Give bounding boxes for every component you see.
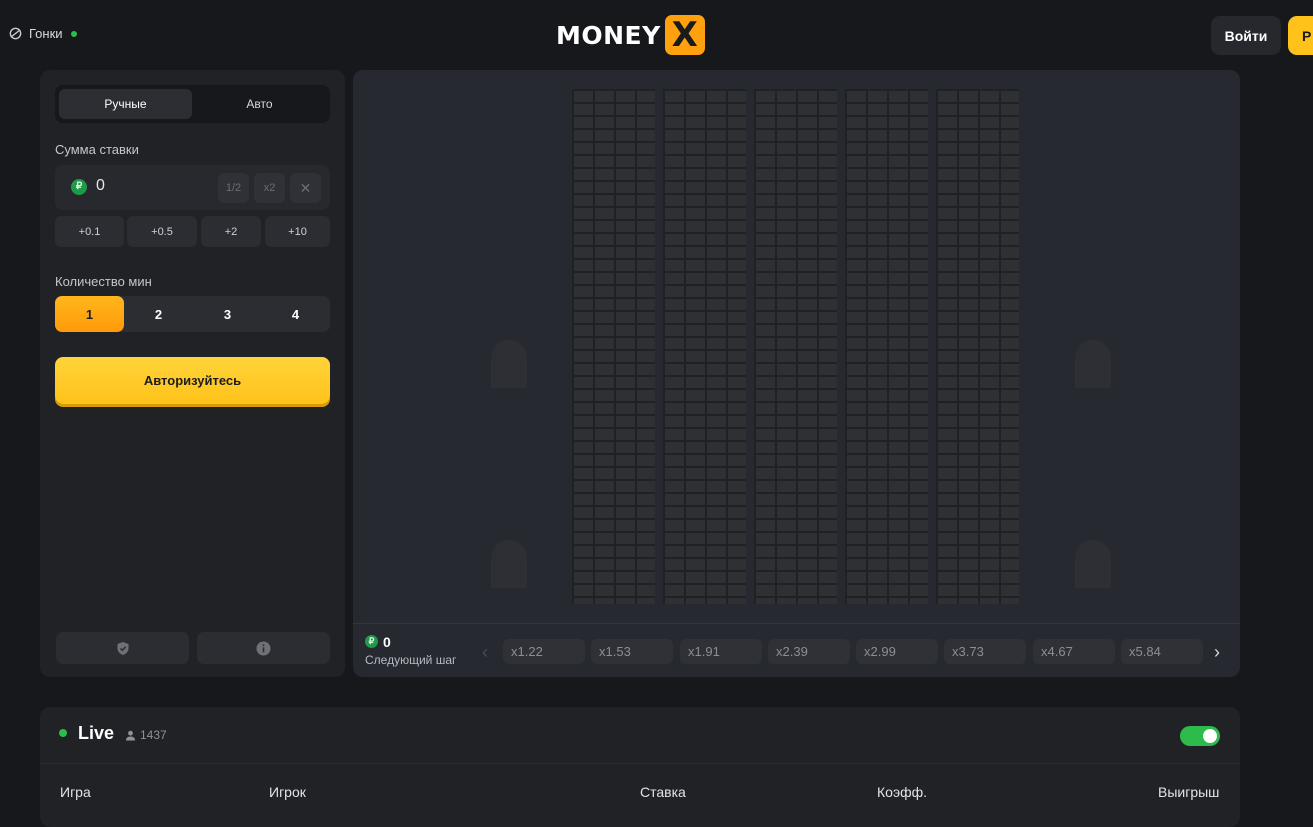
tab-auto[interactable]: Авто: [193, 89, 326, 119]
add-10-button[interactable]: +10: [265, 216, 330, 247]
bet-amount-field[interactable]: ₽ 0 1/2 x2 ✕: [55, 165, 330, 210]
background-window-decoration: [491, 340, 527, 388]
races-link[interactable]: Гонки: [8, 26, 77, 41]
mines-option-2[interactable]: 2: [124, 296, 193, 332]
brick-column-5[interactable]: [936, 89, 1019, 604]
close-icon: ✕: [299, 179, 312, 196]
info-button[interactable]: [197, 632, 330, 664]
divider: [40, 763, 1240, 764]
multiplier-step-2: x1.53: [591, 639, 673, 664]
online-count: 1437: [125, 728, 167, 742]
multiplier-bar: ₽ 0 Следующий шаг ‹ x1.22 x1.53 x1.91 x2…: [353, 623, 1240, 677]
add-2-button[interactable]: +2: [201, 216, 261, 247]
live-toggle[interactable]: [1180, 726, 1220, 746]
brick-column-4[interactable]: [845, 89, 928, 604]
shield-icon: [117, 641, 128, 655]
multiplier-step-5: x2.99: [856, 639, 938, 664]
quick-add-row: +0.1 +0.5 +2 +10: [55, 216, 330, 247]
race-car-icon: [9, 27, 22, 40]
fairness-button[interactable]: [56, 632, 189, 664]
multiplier-step-7: x4.67: [1033, 639, 1115, 664]
column-header-payout: Выигрыш: [1158, 784, 1220, 800]
live-bets-panel: Live 1437 Игра Игрок Ставка Коэфф. Выигр…: [40, 707, 1240, 827]
register-button[interactable]: Р: [1288, 16, 1313, 55]
background-window-decoration: [1075, 540, 1111, 588]
add-0-1-button[interactable]: +0.1: [55, 216, 124, 247]
mines-count-label: Количество мин: [55, 274, 152, 289]
ruble-coin-icon: ₽: [365, 635, 378, 648]
background-window-decoration: [1075, 340, 1111, 388]
online-indicator: [70, 30, 77, 37]
user-icon: [126, 730, 135, 740]
mines-selector: 1 2 3 4: [55, 296, 330, 332]
info-icon: [256, 641, 271, 655]
column-header-bet: Ставка: [640, 784, 686, 800]
brick-column-2[interactable]: [663, 89, 746, 604]
double-bet-button[interactable]: x2: [254, 173, 285, 203]
live-title: Live: [78, 723, 115, 743]
logo-x-mark: X: [664, 15, 705, 55]
next-step-amount: 0: [383, 634, 391, 650]
mines-option-3[interactable]: 3: [193, 296, 262, 332]
multiplier-step-4: x2.39: [768, 639, 850, 664]
login-button[interactable]: Войти: [1211, 16, 1281, 55]
mines-option-4[interactable]: 4: [261, 296, 330, 332]
races-label: Гонки: [29, 26, 63, 41]
next-step-label: Следующий шаг: [365, 653, 457, 667]
column-header-coefficient: Коэфф.: [877, 784, 928, 800]
brick-column-1[interactable]: [572, 89, 655, 604]
mines-option-1[interactable]: 1: [55, 296, 124, 332]
toggle-knob: [1203, 729, 1217, 743]
chevron-left-icon[interactable]: ‹: [482, 642, 488, 663]
half-bet-button[interactable]: 1/2: [218, 173, 249, 203]
multiplier-step-1: x1.22: [503, 639, 585, 664]
online-count-value: 1437: [140, 728, 167, 742]
chevron-right-icon[interactable]: ›: [1214, 642, 1220, 663]
ruble-coin-icon: ₽: [71, 179, 87, 195]
multiplier-step-3: x1.91: [680, 639, 762, 664]
column-header-game: Игра: [60, 784, 91, 800]
game-board-panel: ₽ 0 Следующий шаг ‹ x1.22 x1.53 x1.91 x2…: [353, 70, 1240, 677]
tab-manual[interactable]: Ручные: [59, 89, 192, 119]
multiplier-step-6: x3.73: [944, 639, 1026, 664]
column-header-player: Игрок: [269, 784, 306, 800]
multiplier-step-8: x5.84: [1121, 639, 1203, 664]
mode-tabs: Ручные Авто: [55, 85, 330, 123]
logo[interactable]: MONEY X: [556, 15, 705, 55]
background-window-decoration: [491, 540, 527, 588]
bet-panel: Ручные Авто Сумма ставки ₽ 0 1/2 x2 ✕ +0…: [40, 70, 345, 677]
bet-amount-label: Сумма ставки: [55, 142, 139, 157]
bet-amount-value[interactable]: 0: [96, 177, 105, 195]
brick-wall-board: [572, 89, 1022, 604]
top-bar: Гонки MONEY X Войти Р: [0, 0, 1313, 70]
brick-column-3[interactable]: [754, 89, 837, 604]
live-indicator: [59, 729, 67, 737]
add-0-5-button[interactable]: +0.5: [127, 216, 197, 247]
logo-text: MONEY: [556, 20, 661, 50]
clear-bet-button[interactable]: ✕: [290, 173, 321, 203]
authorize-button[interactable]: Авторизуйтесь: [55, 357, 330, 404]
